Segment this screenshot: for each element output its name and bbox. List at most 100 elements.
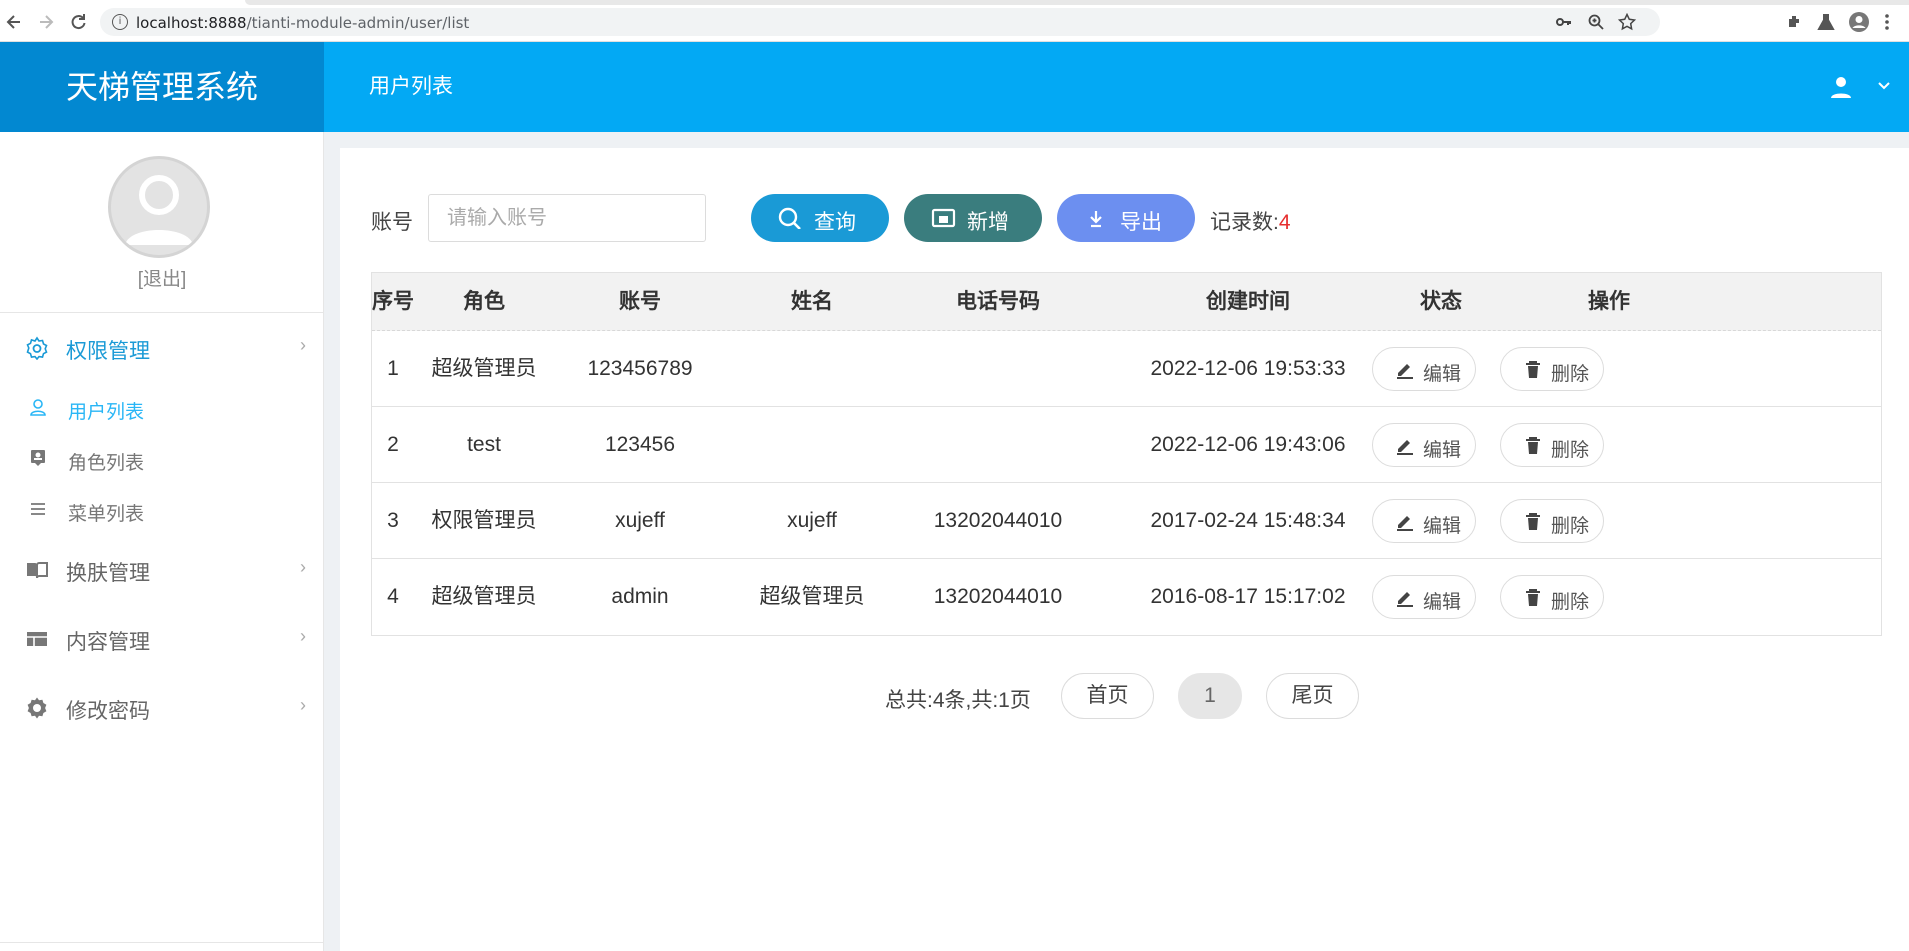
trash-icon bbox=[1526, 513, 1540, 530]
chevron-right-icon: › bbox=[300, 335, 306, 355]
edit-button[interactable]: 编辑 bbox=[1372, 499, 1476, 543]
edit-button[interactable]: 编辑 bbox=[1372, 575, 1476, 619]
cell-no: 3 bbox=[387, 509, 399, 532]
first-page-button[interactable]: 首页 bbox=[1061, 673, 1154, 719]
sidebar-divider bbox=[0, 312, 324, 313]
cell-no: 2 bbox=[387, 433, 399, 456]
table-row: 1超级管理员1234567892022-12-06 19:53:33正常编辑删除 bbox=[372, 331, 1881, 407]
column-header-actions: 操作 bbox=[1588, 290, 1630, 313]
last-page-button[interactable]: 尾页 bbox=[1266, 673, 1359, 719]
app-logo[interactable]: 天梯管理系统 bbox=[0, 42, 324, 132]
delete-button[interactable]: 删除 bbox=[1500, 347, 1604, 391]
sidebar-footer-divider bbox=[0, 942, 324, 943]
column-header-created: 创建时间 bbox=[1206, 290, 1290, 313]
pencil-icon bbox=[1397, 516, 1413, 531]
more-icon[interactable] bbox=[1884, 13, 1890, 31]
cell-account: xujeff bbox=[615, 509, 665, 532]
browser-toolbar: i localhost:8888/tianti-module-admin/use… bbox=[0, 0, 1909, 42]
delete-button[interactable]: 删除 bbox=[1500, 575, 1604, 619]
avatar[interactable] bbox=[108, 156, 210, 258]
edit-button[interactable]: 编辑 bbox=[1372, 423, 1476, 467]
sidebar-subitem-role-list[interactable]: 角色列表 bbox=[0, 438, 324, 478]
column-header-account: 账号 bbox=[619, 290, 661, 313]
chevron-down-icon[interactable] bbox=[1877, 81, 1891, 91]
address-bar[interactable]: i localhost:8888/tianti-module-admin/use… bbox=[100, 8, 1660, 36]
table-header: 序号 角色 账号 姓名 电话号码 创建时间 状态 操作 bbox=[372, 273, 1881, 331]
cell-role: 超级管理员 bbox=[431, 585, 537, 608]
user-menu[interactable] bbox=[1829, 75, 1899, 99]
user-icon[interactable] bbox=[1829, 75, 1853, 99]
table-body: 1超级管理员1234567892022-12-06 19:53:33正常编辑删除… bbox=[372, 331, 1881, 635]
star-icon[interactable] bbox=[1618, 13, 1636, 31]
edit-button[interactable]: 编辑 bbox=[1372, 347, 1476, 391]
sidebar-item-permissions[interactable]: 权限管理 › bbox=[0, 323, 324, 373]
cell-name: xujeff bbox=[787, 509, 837, 532]
pencil-icon bbox=[1397, 440, 1413, 455]
table-row: 4 超级管理员 admin 超级管理员 13202044010 2016-08-17 15… bbox=[372, 559, 1881, 635]
cell-role: test bbox=[467, 433, 501, 456]
account-label: 账号 bbox=[371, 211, 413, 234]
cell-account: 123456 bbox=[604, 433, 676, 456]
delete-button[interactable]: 删除 bbox=[1500, 499, 1604, 543]
column-header-no: 序号 bbox=[372, 290, 414, 313]
cell-no: 4 bbox=[387, 585, 399, 608]
sidebar-item-content[interactable]: 内容管理 › bbox=[0, 614, 324, 664]
cell-phone: 13202044010 bbox=[933, 585, 1063, 608]
sidebar-subitem-user-list[interactable]: 用户列表 bbox=[0, 387, 324, 427]
chevron-right-icon: › bbox=[300, 695, 306, 715]
delete-button[interactable]: 删除 bbox=[1500, 423, 1604, 467]
export-button[interactable]: 导出 bbox=[1057, 194, 1195, 242]
column-header-name: 姓名 bbox=[791, 290, 833, 313]
account-search-input[interactable] bbox=[428, 194, 706, 242]
sidebar-item-change-password[interactable]: 修改密码 › bbox=[0, 683, 324, 733]
column-header-status: 状态 bbox=[1420, 290, 1462, 313]
cell-created: 2022-12-06 19:43:06 bbox=[1150, 433, 1346, 456]
cog-icon bbox=[27, 697, 47, 719]
cell-created: 2017-02-24 15:48:34 bbox=[1150, 509, 1346, 532]
zoom-icon[interactable] bbox=[1588, 14, 1604, 30]
cell-role: 权限管理员 bbox=[431, 509, 537, 532]
sidebar-subitem-label: 菜单列表 bbox=[68, 504, 145, 525]
sidebar-item-label: 权限管理 bbox=[66, 340, 150, 363]
record-count: 记录数:4 bbox=[1210, 211, 1291, 234]
back-icon[interactable] bbox=[4, 12, 24, 32]
logout-link[interactable]: [退出] bbox=[0, 264, 324, 291]
add-button[interactable]: 新增 bbox=[904, 194, 1042, 242]
cell-account: admin bbox=[611, 585, 669, 608]
cell-phone: 13202044010 bbox=[933, 509, 1063, 532]
cell-role: 超级管理员 bbox=[431, 357, 537, 380]
column-header-role: 角色 bbox=[463, 290, 505, 313]
sidebar-item-label: 内容管理 bbox=[66, 631, 150, 654]
forward-icon[interactable] bbox=[36, 12, 56, 32]
cell-created: 2016-08-17 15:17:02 bbox=[1150, 585, 1346, 608]
labs-icon[interactable] bbox=[1817, 13, 1835, 31]
profile-icon[interactable] bbox=[1848, 11, 1870, 33]
chevron-right-icon: › bbox=[300, 626, 306, 646]
page-1-button[interactable]: 1 bbox=[1178, 673, 1242, 719]
query-button[interactable]: 查询 bbox=[751, 194, 889, 242]
table-row: 3 权限管理员 xujeff xujeff 13202044010 2017-02-24 … bbox=[372, 483, 1881, 559]
cell-account: 123456789 bbox=[587, 357, 693, 380]
key-icon[interactable] bbox=[1556, 15, 1572, 29]
record-count-value: 4 bbox=[1278, 211, 1291, 234]
gear-icon bbox=[26, 336, 48, 360]
cell-name: 超级管理员 bbox=[759, 585, 865, 608]
browser-tabstrip bbox=[245, 0, 1909, 5]
list-icon bbox=[31, 503, 45, 515]
user-icon bbox=[30, 399, 46, 416]
site-info-icon[interactable]: i bbox=[112, 14, 128, 30]
badge-icon bbox=[31, 450, 45, 466]
sidebar-item-skins[interactable]: 换肤管理 › bbox=[0, 545, 324, 595]
sidebar-subitem-menu-list[interactable]: 菜单列表 bbox=[0, 489, 324, 529]
sidebar-subitem-label: 角色列表 bbox=[68, 453, 145, 474]
pencil-icon bbox=[1397, 592, 1413, 607]
extensions-icon[interactable] bbox=[1786, 13, 1804, 31]
trash-icon bbox=[1526, 589, 1540, 606]
sidebar-item-label: 换肤管理 bbox=[66, 562, 150, 585]
chevron-right-icon: › bbox=[300, 557, 306, 577]
sidebar-subitem-label: 用户列表 bbox=[68, 402, 145, 423]
reload-icon[interactable] bbox=[68, 12, 88, 32]
column-header-phone: 电话号码 bbox=[956, 290, 1040, 313]
sidebar-item-label: 修改密码 bbox=[66, 700, 150, 723]
pagination-summary: 总共:4条,共:1页 bbox=[885, 689, 1031, 712]
